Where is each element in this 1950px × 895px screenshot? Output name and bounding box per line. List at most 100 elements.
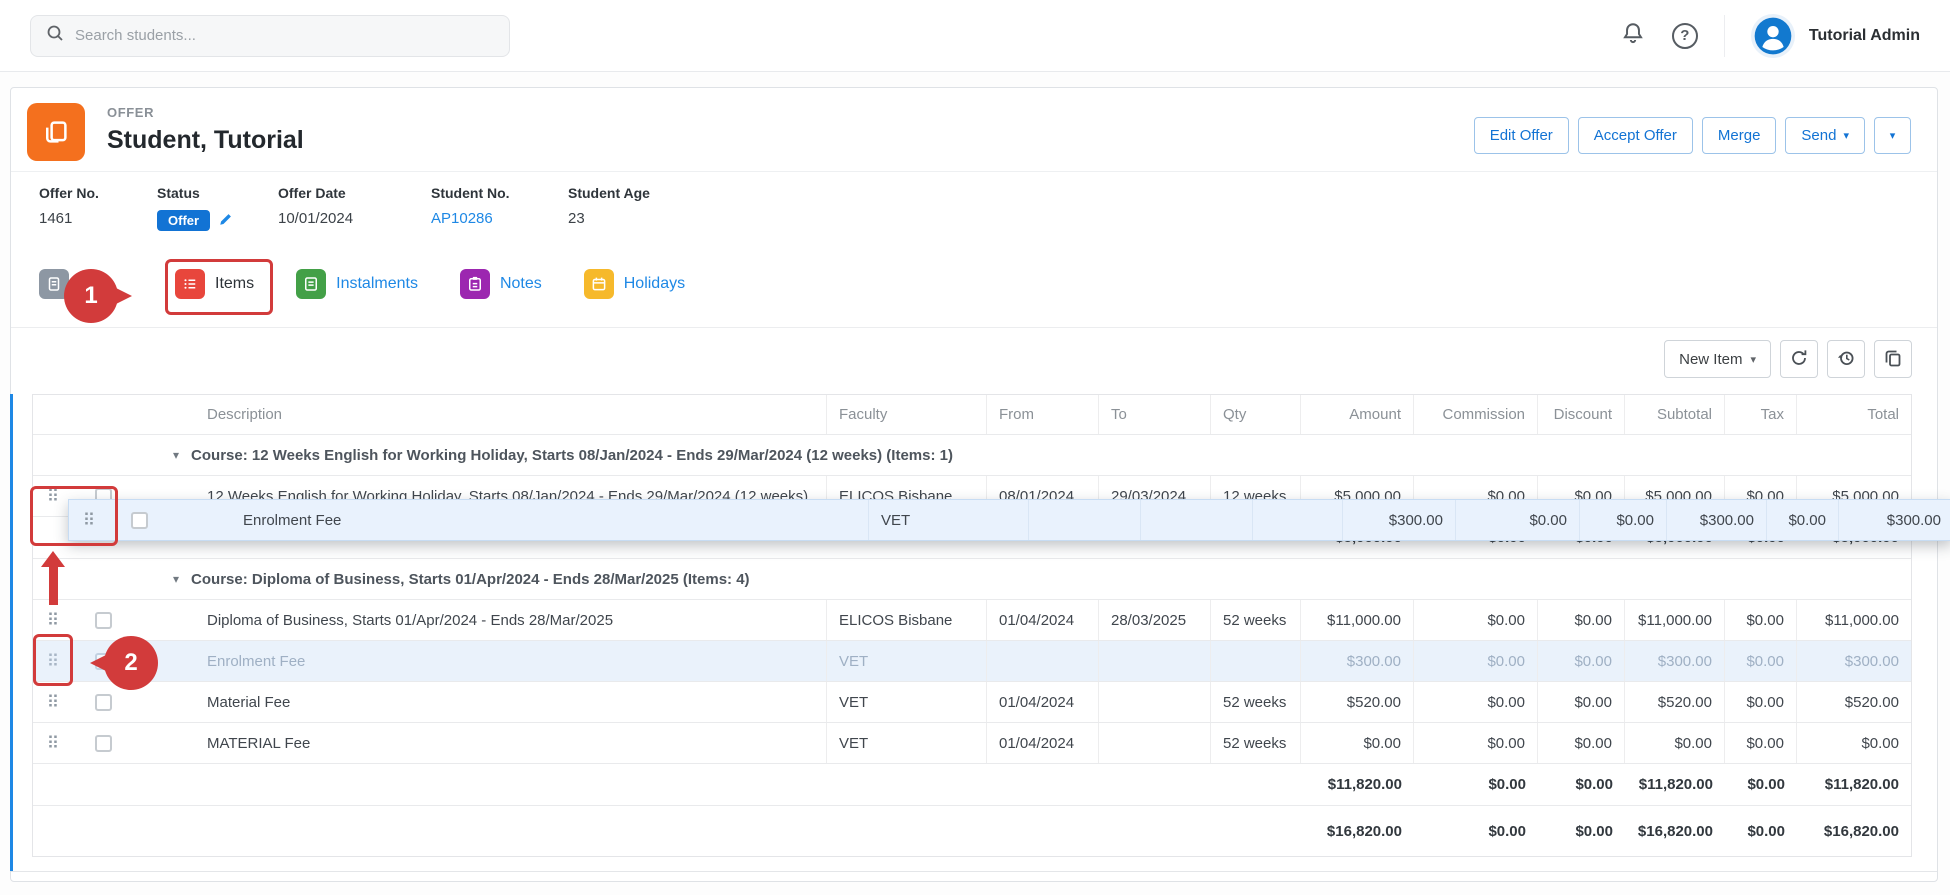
accept-offer-button[interactable]: Accept Offer [1578, 117, 1693, 154]
holidays-tab-icon [584, 269, 614, 299]
cell-qty: 52 weeks [1211, 723, 1301, 763]
notes-tab-icon [460, 269, 490, 299]
collapse-caret-icon[interactable]: ▾ [173, 448, 179, 462]
cell-tax: $0.00 [1767, 500, 1839, 540]
offer-icon [27, 103, 85, 161]
offer-no-field: Offer No. 1461 [39, 185, 157, 231]
row-checkbox[interactable] [95, 735, 112, 752]
more-actions-button[interactable]: ▾ [1874, 117, 1911, 154]
cell-commission: $0.00 [1456, 500, 1580, 540]
offer-date-value: 10/01/2024 [278, 210, 431, 227]
annotation-arrow-up [41, 551, 65, 605]
chevron-down-icon: ▾ [1843, 129, 1849, 142]
cell-discount: $0.00 [1580, 500, 1667, 540]
student-no-link[interactable]: AP10286 [431, 210, 493, 227]
cell-subtotal: $520.00 [1625, 682, 1725, 722]
row-checkbox[interactable] [95, 694, 112, 711]
refresh-button[interactable] [1780, 340, 1818, 378]
col-commission: Commission [1414, 395, 1538, 434]
subtotal-total: $11,820.00 [1797, 764, 1911, 805]
copy-button[interactable] [1874, 340, 1912, 378]
edit-status-icon[interactable] [218, 210, 235, 231]
dragged-row[interactable]: ⠿ Enrolment Fee VET $300.00 $0.00 $0.00 … [68, 499, 1950, 541]
tab-notes[interactable]: Notes [460, 269, 542, 299]
collapse-caret-icon[interactable]: ▾ [173, 572, 179, 586]
offer-card: OFFER Student, Tutorial Edit Offer Accep… [10, 87, 1938, 882]
tab-holidays[interactable]: Holidays [584, 269, 685, 299]
col-tax: Tax [1725, 395, 1797, 434]
grand-subtotal: $16,820.00 [1625, 806, 1725, 856]
cell-amount: $520.00 [1301, 682, 1414, 722]
grand-commission: $0.00 [1414, 806, 1538, 856]
col-total: Total [1797, 395, 1911, 434]
row-checkbox[interactable] [131, 512, 148, 529]
send-button[interactable]: Send▾ [1785, 117, 1865, 154]
edit-offer-button[interactable]: Edit Offer [1474, 117, 1569, 154]
bell-icon [1620, 21, 1646, 50]
annotation-step-1-badge: 1 [64, 269, 118, 323]
cell-faculty: VET [827, 723, 987, 763]
cell-total: $300.00 [1839, 500, 1950, 540]
cell-amount: $11,000.00 [1301, 600, 1414, 640]
tab-holidays-label: Holidays [624, 275, 685, 293]
cell-subtotal: $300.00 [1667, 500, 1767, 540]
cell-to: 28/03/2025 [1099, 600, 1211, 640]
table-header-row: Description Faculty From To Qty Amount C… [33, 395, 1911, 435]
merge-button[interactable]: Merge [1702, 117, 1777, 154]
items-tab-panel: New Item ▾ [11, 340, 1937, 857]
subtotal-discount: $0.00 [1538, 764, 1625, 805]
tab-bar: Items Instalments Notes Holidays [11, 251, 1937, 328]
cell-faculty: VET [827, 682, 987, 722]
col-to: To [1099, 395, 1211, 434]
col-subtotal: Subtotal [1625, 395, 1725, 434]
cell-tax: $0.00 [1725, 641, 1797, 681]
items-toolbar: New Item ▾ [32, 340, 1912, 378]
cell-description: Enrolment Fee [169, 500, 869, 540]
history-button[interactable] [1827, 340, 1865, 378]
table-row: ⠿ Diploma of Business, Starts 01/Apr/202… [33, 600, 1911, 641]
cell-description: MATERIAL Fee [133, 723, 827, 763]
group-header-course-2: ▾ Course: Diploma of Business, Starts 01… [33, 559, 1911, 600]
annotation-box-items-tab [165, 259, 273, 315]
cell-qty: 52 weeks [1211, 682, 1301, 722]
cell-subtotal: $300.00 [1625, 641, 1725, 681]
chevron-down-icon: ▾ [1890, 129, 1896, 142]
cell-from [1029, 500, 1141, 540]
cell-commission: $0.00 [1414, 641, 1538, 681]
cell-commission: $0.00 [1414, 682, 1538, 722]
group-header-course-1: ▾ Course: 12 Weeks English for Working H… [33, 435, 1911, 476]
record-type-label: OFFER [107, 105, 304, 120]
group-title: Course: Diploma of Business, Starts 01/A… [191, 571, 750, 588]
row-checkbox[interactable] [95, 612, 112, 629]
drag-handle-icon[interactable]: ⠿ [47, 612, 59, 629]
cell-faculty: VET [869, 500, 1029, 540]
student-search[interactable] [30, 15, 510, 57]
notifications-button[interactable] [1620, 21, 1646, 50]
group-title: Course: 12 Weeks English for Working Hol… [191, 447, 953, 464]
cell-total: $300.00 [1797, 641, 1911, 681]
cell-commission: $0.00 [1414, 600, 1538, 640]
student-no-field: Student No. AP10286 [431, 185, 568, 231]
new-item-button[interactable]: New Item ▾ [1664, 340, 1771, 378]
tab-instalments[interactable]: Instalments [296, 269, 418, 299]
offer-no-value: 1461 [39, 210, 157, 227]
cell-tax: $0.00 [1725, 723, 1797, 763]
annotation-step-2-badge: 2 [104, 636, 158, 690]
cell-tax: $0.00 [1725, 682, 1797, 722]
drag-handle-icon[interactable]: ⠿ [47, 735, 59, 752]
help-button[interactable]: ? [1672, 23, 1698, 49]
search-icon [45, 23, 65, 48]
user-menu[interactable]: Tutorial Admin [1751, 14, 1920, 58]
drag-handle-icon[interactable]: ⠿ [47, 694, 59, 711]
status-badge: Offer [157, 210, 210, 231]
col-description: Description [133, 395, 827, 434]
annotation-box-drag-handle [33, 634, 73, 686]
cell-discount: $0.00 [1538, 600, 1625, 640]
copy-icon [1883, 348, 1903, 371]
cell-total: $0.00 [1797, 723, 1911, 763]
offer-summary: Offer No. 1461 Status Offer Offer Date 1… [11, 171, 1937, 251]
cell-from: 01/04/2024 [987, 682, 1099, 722]
status-field: Status Offer [157, 185, 278, 231]
subtotal-commission: $0.00 [1414, 764, 1538, 805]
search-input[interactable] [75, 27, 495, 44]
